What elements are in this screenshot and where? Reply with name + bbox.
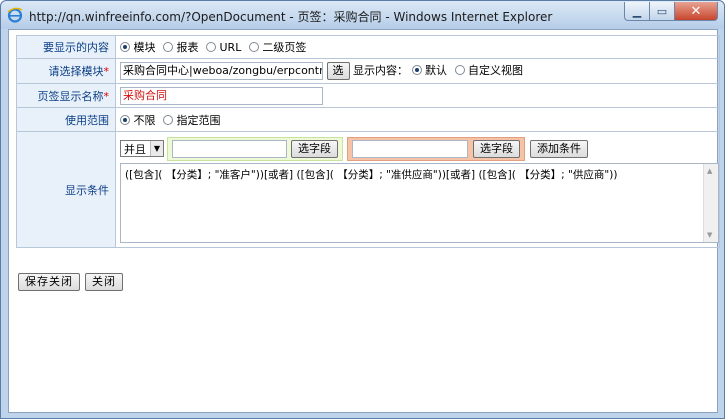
module-label: 请选择模块* (16, 58, 116, 84)
window-title: http://qn.winfreeinfo.com/?OpenDocument … (29, 10, 553, 24)
tab-name-input[interactable]: 采购合同 (120, 86, 323, 105)
tab-name-controls: 采购合同 (115, 83, 720, 108)
close-button[interactable]: 关闭 (85, 273, 123, 291)
required-mark: * (103, 89, 110, 103)
radio-option-custom-view[interactable]: 自定义视图 (454, 64, 523, 77)
radio-selected-icon (411, 65, 422, 75)
condition-builder: 并且 ▼ 选字段 选字段 添加条件 (120, 136, 719, 161)
condition-field-group-1: 选字段 (167, 136, 343, 161)
tab-name-row: 页签显示名称* 采购合同 (16, 83, 720, 108)
radio-option-module[interactable]: 模块 (120, 41, 156, 54)
add-condition-button[interactable]: 添加条件 (530, 139, 588, 158)
condition-field-group-2: 选字段 (347, 136, 525, 161)
close-icon: ✕ (690, 3, 702, 19)
chevron-down-icon: ▼ (150, 141, 163, 156)
window-controls: ▁ ▭ ✕ (624, 2, 718, 22)
maximize-icon: ▭ (656, 4, 668, 18)
condition-expression: ([包含]( 【分类】; "准客户"))[或者] ([包含]( 【分类】; "准… (125, 168, 618, 181)
condition-label: 显示条件 (16, 131, 116, 248)
close-window-button[interactable]: ✕ (675, 2, 718, 21)
radio-icon (163, 42, 173, 52)
title-bar: http://qn.winfreeinfo.com/?OpenDocument … (1, 1, 724, 29)
radio-option-unlimited[interactable]: 不限 (120, 114, 156, 127)
condition-row: 显示条件 并且 ▼ 选字段 选字段 添加条件 ([包含](【分类】; "准客户… (16, 131, 720, 248)
module-input[interactable]: 采购合同中心|weboa/zongbu/erpcontractbo (120, 62, 323, 80)
ie-window: http://qn.winfreeinfo.com/?OpenDocument … (0, 0, 725, 419)
tab-name-label: 页签显示名称* (16, 83, 116, 108)
scope-options: 不限 指定范围 (115, 107, 720, 132)
select-module-button[interactable]: 选 (326, 62, 350, 80)
radio-option-specified-scope[interactable]: 指定范围 (163, 114, 221, 127)
condition-field-input-2[interactable] (352, 139, 468, 158)
condition-field-input-1[interactable] (172, 139, 287, 158)
save-close-button[interactable]: 保存关闭 (18, 273, 80, 291)
scope-row: 使用范围 不限 指定范围 (16, 107, 720, 132)
maximize-button[interactable]: ▭ (650, 2, 675, 21)
select-field-button-1[interactable]: 选字段 (291, 139, 338, 158)
footer-actions: 保存关闭 关闭 (18, 273, 123, 291)
condition-controls: 并且 ▼ 选字段 选字段 添加条件 ([包含](【分类】; "准客户"))[或… (115, 131, 720, 248)
minimize-icon: ▁ (632, 4, 642, 18)
radio-icon (206, 42, 216, 52)
content-type-label: 要显示的内容 (16, 35, 116, 59)
display-content-label: 显示内容： (353, 64, 408, 77)
radio-option-report[interactable]: 报表 (163, 41, 199, 54)
module-controls: 采购合同中心|weboa/zongbu/erpcontractbo 选 显示内容… (115, 58, 720, 84)
select-field-button-2[interactable]: 选字段 (473, 139, 520, 158)
radio-selected-icon (120, 42, 130, 52)
radio-icon (248, 42, 259, 52)
content-type-row: 要显示的内容 模块 报表 URL 二级页签 (16, 35, 720, 59)
page-content: 要显示的内容 模块 报表 URL 二级页签 请选择模块* 采购合同中心|webo… (8, 29, 720, 413)
radio-option-url[interactable]: URL (206, 41, 241, 54)
scope-label: 使用范围 (16, 107, 116, 132)
radio-selected-icon (120, 114, 130, 125)
scroll-down-icon[interactable]: ▼ (707, 231, 712, 239)
tab-settings-form: 要显示的内容 模块 报表 URL 二级页签 请选择模块* 采购合同中心|webo… (16, 35, 720, 248)
content-type-options: 模块 报表 URL 二级页签 (115, 35, 720, 59)
radio-icon (454, 65, 465, 75)
module-row: 请选择模块* 采购合同中心|weboa/zongbu/erpcontractbo… (16, 58, 720, 84)
radio-option-default[interactable]: 默认 (411, 64, 447, 77)
logic-select[interactable]: 并且 ▼ (120, 140, 164, 157)
internet-explorer-icon (7, 7, 23, 23)
radio-icon (163, 114, 173, 125)
minimize-button[interactable]: ▁ (624, 2, 650, 21)
condition-expression-textarea[interactable]: ([包含]( 【分类】; "准客户"))[或者] ([包含]( 【分类】; "准… (120, 162, 719, 243)
radio-option-subtab[interactable]: 二级页签 (248, 41, 306, 54)
scroll-up-icon[interactable]: ▲ (707, 167, 712, 175)
textarea-scrollbar[interactable]: ▲ ▼ (703, 163, 718, 242)
required-mark: * (103, 65, 110, 78)
